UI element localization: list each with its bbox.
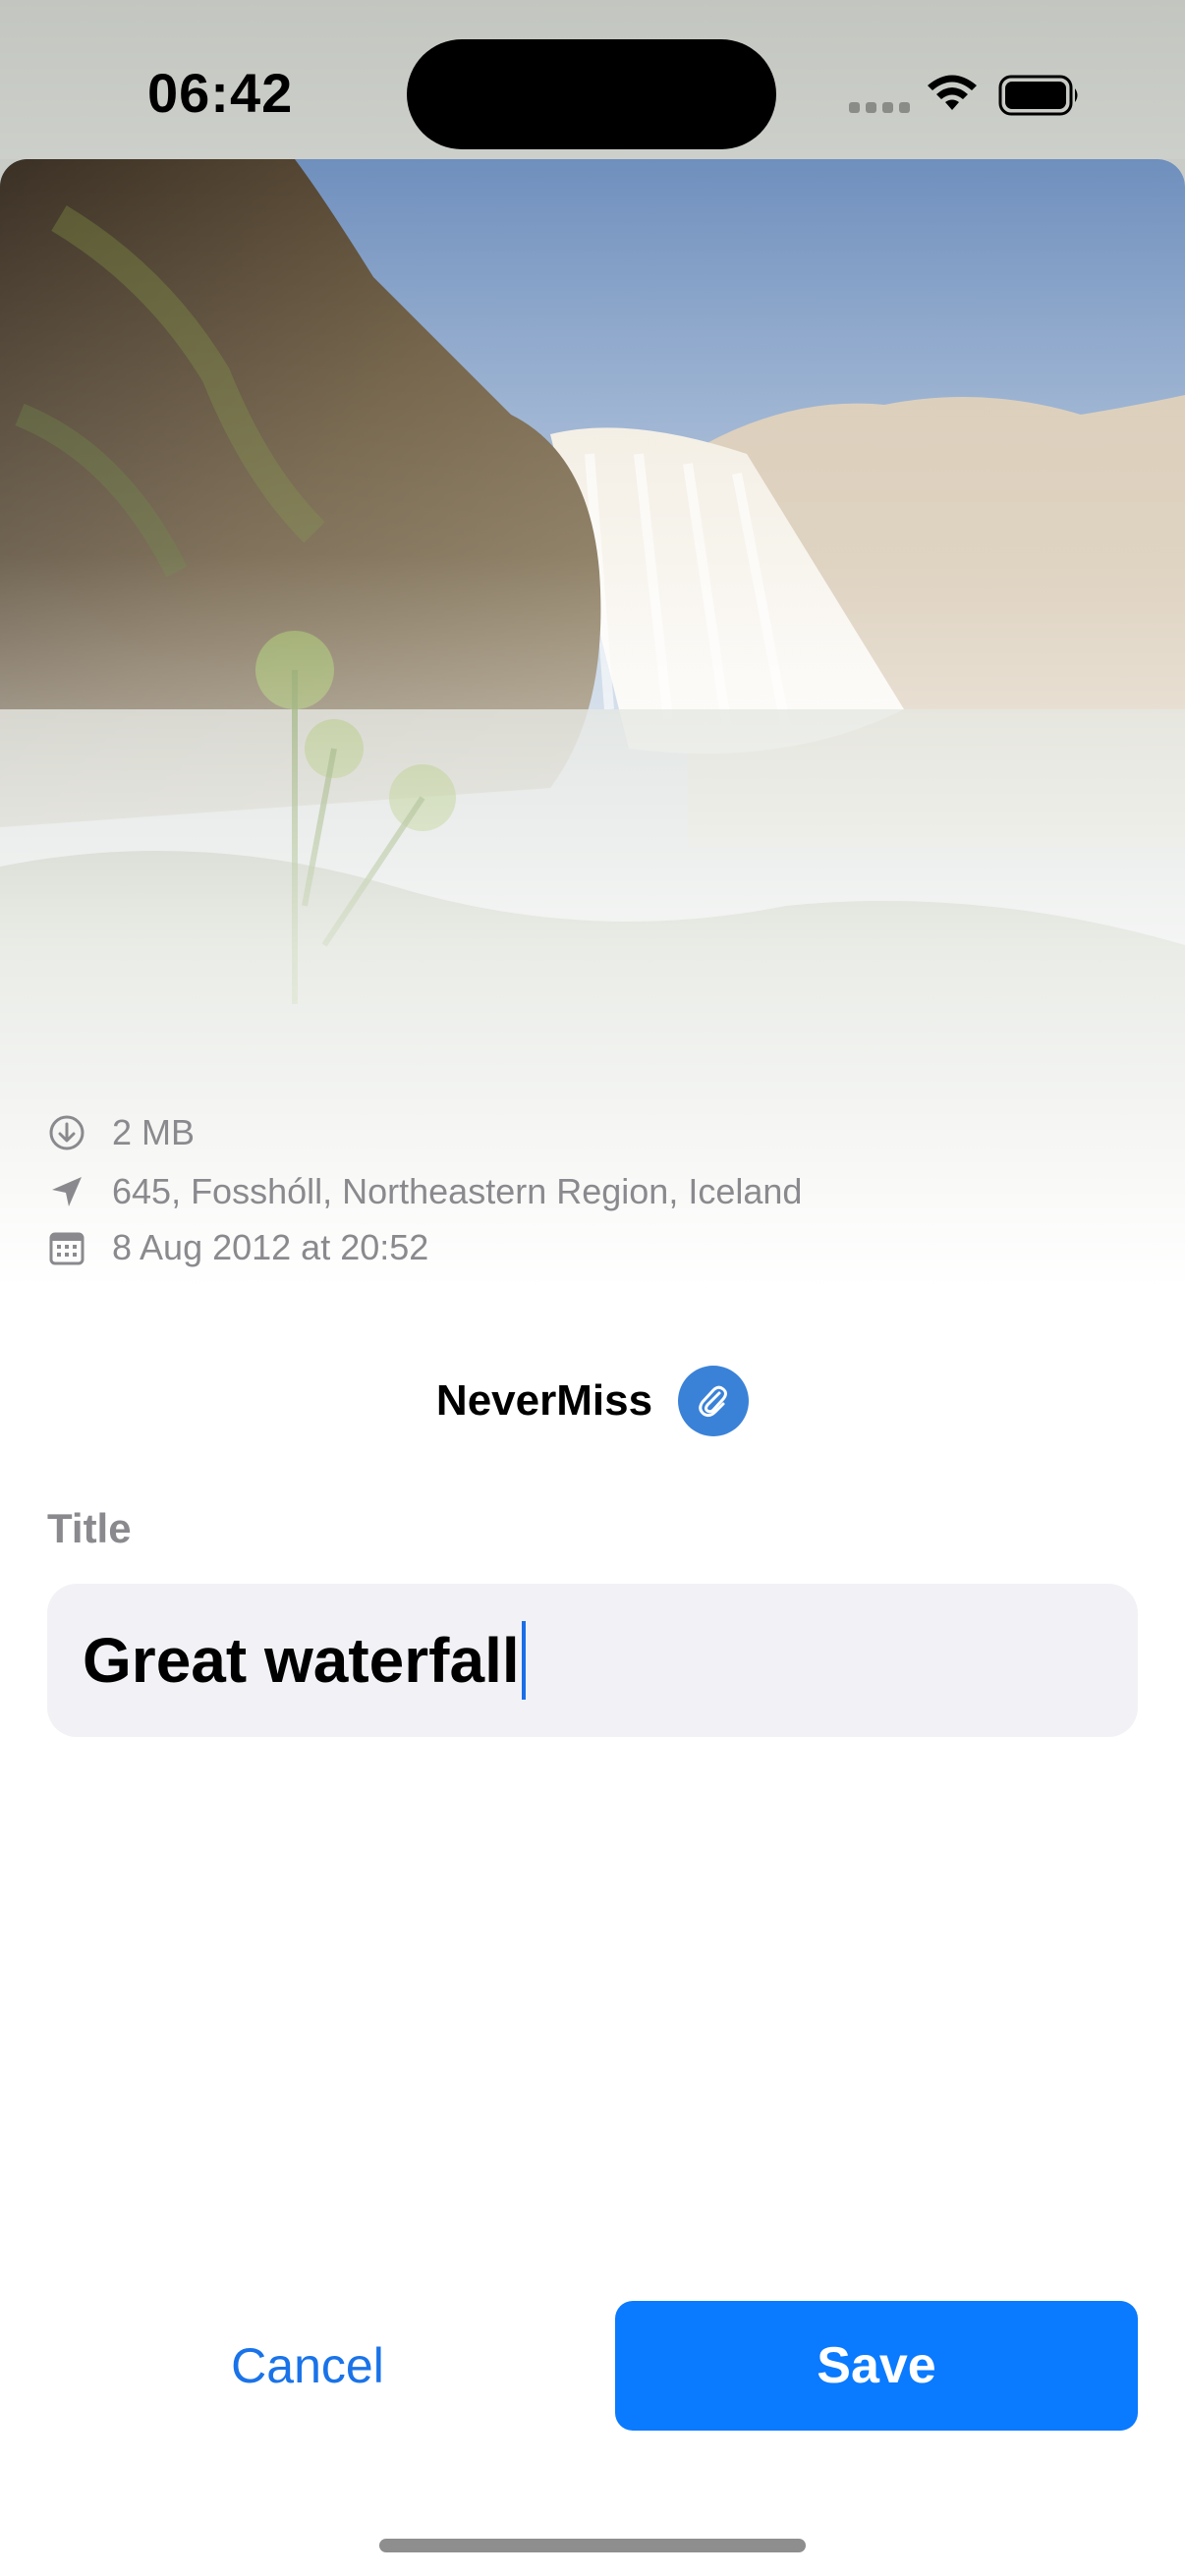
meta-size: 2 MB xyxy=(47,1112,195,1153)
signal-icon xyxy=(849,102,910,113)
app-name: NeverMiss xyxy=(435,1376,653,1425)
app-row: NeverMiss xyxy=(0,1366,1185,1436)
file-size: 2 MB xyxy=(112,1112,196,1152)
bottom-sheet: 2 MB 645, Fosshóll, Northeastern Region,… xyxy=(0,159,1185,2576)
cancel-button[interactable]: Cancel xyxy=(47,2301,568,2431)
title-input-value[interactable]: Great waterfall xyxy=(83,1624,520,1697)
save-button[interactable]: Save xyxy=(615,2301,1138,2431)
wifi-icon xyxy=(926,73,979,117)
meta-location: 645, Fosshóll, Northeastern Region, Icel… xyxy=(47,1171,802,1212)
share-screen: 06:42 2 MB 645, Fosshóll, Northeastern R… xyxy=(0,0,1185,2576)
status-time: 06:42 xyxy=(147,62,294,124)
status-bar: 06:42 xyxy=(0,0,1185,159)
location-arrow-icon xyxy=(47,1172,86,1211)
paperclip-icon xyxy=(678,1366,750,1436)
download-icon xyxy=(47,1113,86,1152)
battery-icon xyxy=(998,75,1081,121)
dynamic-island xyxy=(407,39,776,149)
meta-date: 8 Aug 2012 at 20:52 xyxy=(47,1227,428,1268)
title-label: Title xyxy=(47,1505,132,1551)
title-input[interactable]: Great waterfall xyxy=(47,1584,1138,1737)
date-text: 8 Aug 2012 at 20:52 xyxy=(112,1227,429,1267)
calendar-icon xyxy=(47,1228,86,1267)
home-indicator[interactable] xyxy=(379,2539,806,2552)
text-caret xyxy=(521,1621,526,1700)
location-text: 645, Fosshóll, Northeastern Region, Icel… xyxy=(112,1171,803,1211)
